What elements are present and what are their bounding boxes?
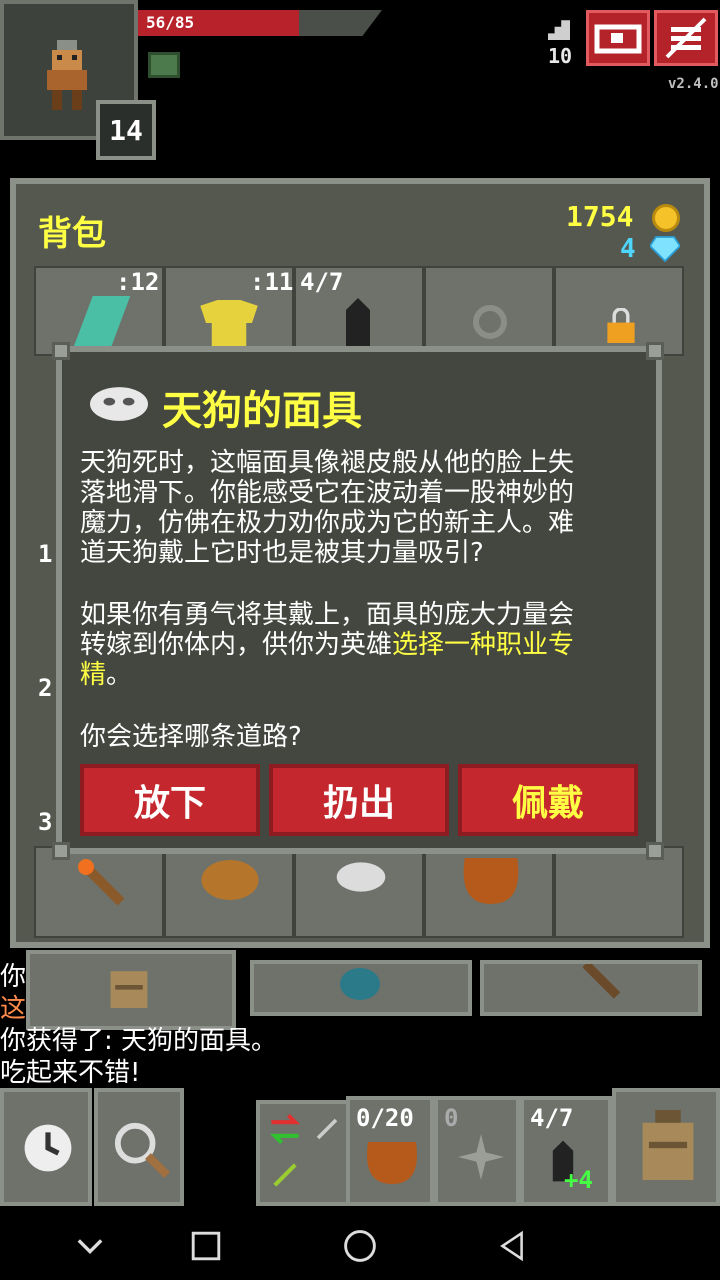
quickslot-bonus: +4: [564, 1166, 593, 1194]
clock-icon: [24, 1124, 72, 1172]
gold-count: 1754: [566, 200, 634, 233]
tengu-mask-icon: [90, 387, 148, 421]
wand-holster-icon: [582, 964, 621, 999]
seed-pouch-icon: [340, 968, 380, 1000]
dialog-description-line: 道天狗戴上它时也是被其力量吸引?: [80, 538, 484, 568]
slot-quantity: :11: [250, 268, 294, 296]
gold-coin-icon: [652, 204, 680, 232]
shadow-cloak-icon: [346, 298, 370, 346]
dialog-corner: [646, 842, 664, 860]
bag-tab-main[interactable]: [26, 950, 236, 1030]
backpack-icon: [642, 1110, 694, 1180]
quickslot-quantity: 0: [444, 1104, 459, 1132]
torch-icon: [78, 859, 125, 906]
quickslot-quantity: 0/20: [356, 1104, 414, 1132]
bag-tab-seeds[interactable]: [250, 960, 472, 1016]
search-button[interactable]: [94, 1088, 184, 1206]
pouch-icon: [367, 1142, 417, 1184]
energy-count: 4: [620, 234, 636, 264]
menu-icon: [665, 17, 707, 59]
dialog-description-line: 天狗死时，这幅面具像褪皮般从他的脸上失: [80, 448, 575, 478]
dialog-text: 。: [106, 660, 133, 690]
dialog-description-line: 精。: [80, 660, 640, 690]
ring-icon: [473, 305, 507, 339]
wait-button[interactable]: [0, 1088, 92, 1206]
dialog-description-line: 转嫁到你体内，供你为英雄选择一种职业专: [80, 630, 640, 660]
dialog-description-line: 魔力，仿佛在极力劝你成为它的新主人。难: [80, 508, 575, 538]
slot-quantity: 4/7: [300, 268, 344, 296]
shirt-icon: [200, 300, 258, 346]
shuriken-icon: [458, 1134, 504, 1180]
magnifier-icon: [114, 1122, 170, 1178]
log-line: 吃起来不错!: [0, 1058, 141, 1088]
hero-level-badge: 14: [96, 100, 156, 160]
system-nav-bar: [0, 1210, 720, 1280]
quickslot-cloak[interactable]: 4/7 +4: [520, 1096, 612, 1206]
class-choice-highlight: 选择一种职业专: [392, 630, 575, 660]
quickslot-swap[interactable]: [256, 1100, 352, 1206]
mask-item-icon: [336, 862, 386, 892]
inventory-button[interactable]: [612, 1088, 720, 1206]
pouch-icon: [463, 858, 519, 904]
chevron-down-icon[interactable]: [76, 1232, 104, 1260]
dart-icon: [316, 1118, 338, 1140]
version-label: v2.4.0: [668, 76, 719, 92]
gem-icon: [650, 236, 680, 262]
row-number: 3: [38, 808, 53, 836]
journal-button[interactable]: [586, 10, 650, 66]
food-icon: [201, 860, 259, 900]
row-number: 1: [38, 540, 53, 568]
armor-icon: [74, 296, 131, 346]
bag-tab-wands[interactable]: [480, 960, 702, 1016]
recents-icon[interactable]: [190, 1230, 222, 1262]
buff-icon[interactable]: [148, 52, 180, 78]
lock-icon: [607, 308, 635, 343]
swap-arrows-icon: [269, 1113, 301, 1145]
stairs-icon: [548, 20, 570, 40]
row-number: 2: [38, 674, 53, 702]
hero-sprite-icon: [47, 40, 87, 110]
equip-button-label: 佩戴: [511, 783, 584, 824]
search-journal-icon: [594, 24, 642, 54]
dialog-corner: [52, 842, 70, 860]
class-choice-highlight: 精: [80, 660, 107, 690]
throw-button[interactable]: 扔出: [269, 764, 449, 836]
quickslot-shuriken[interactable]: 0: [434, 1096, 520, 1206]
wand-icon: [273, 1163, 297, 1187]
dialog-corner: [646, 342, 664, 360]
home-icon[interactable]: [342, 1228, 378, 1264]
drop-button-label: 放下: [133, 783, 206, 824]
throw-button-label: 扔出: [322, 783, 395, 824]
dialog-description-line: 落地滑下。你能感受它在波动着一股神妙的: [80, 478, 575, 508]
dialog-question: 你会选择哪条道路?: [80, 722, 302, 752]
dialog-corner: [52, 342, 70, 360]
hp-text: 56/85: [146, 13, 195, 32]
inventory-slot[interactable]: [554, 846, 684, 938]
quickslot-pouch[interactable]: 0/20: [346, 1096, 434, 1206]
dialog-title: 天狗的面具: [162, 388, 362, 434]
slot-quantity: :12: [116, 268, 160, 296]
equip-button[interactable]: 佩戴: [458, 764, 638, 836]
backpack-icon: [110, 971, 148, 1008]
hp-bar: 56/85: [138, 10, 382, 36]
menu-button[interactable]: [654, 10, 718, 66]
quickslot-quantity: 4/7: [530, 1104, 574, 1132]
dialog-text: 转嫁到你体内，供你为英雄: [80, 630, 393, 660]
drop-button[interactable]: 放下: [80, 764, 260, 836]
dialog-description-line: 如果你有勇气将其戴上，面具的庞大力量会: [80, 600, 575, 630]
depth-number: 10: [548, 44, 573, 68]
inventory-title: 背包: [38, 214, 106, 254]
back-icon[interactable]: [496, 1228, 528, 1264]
